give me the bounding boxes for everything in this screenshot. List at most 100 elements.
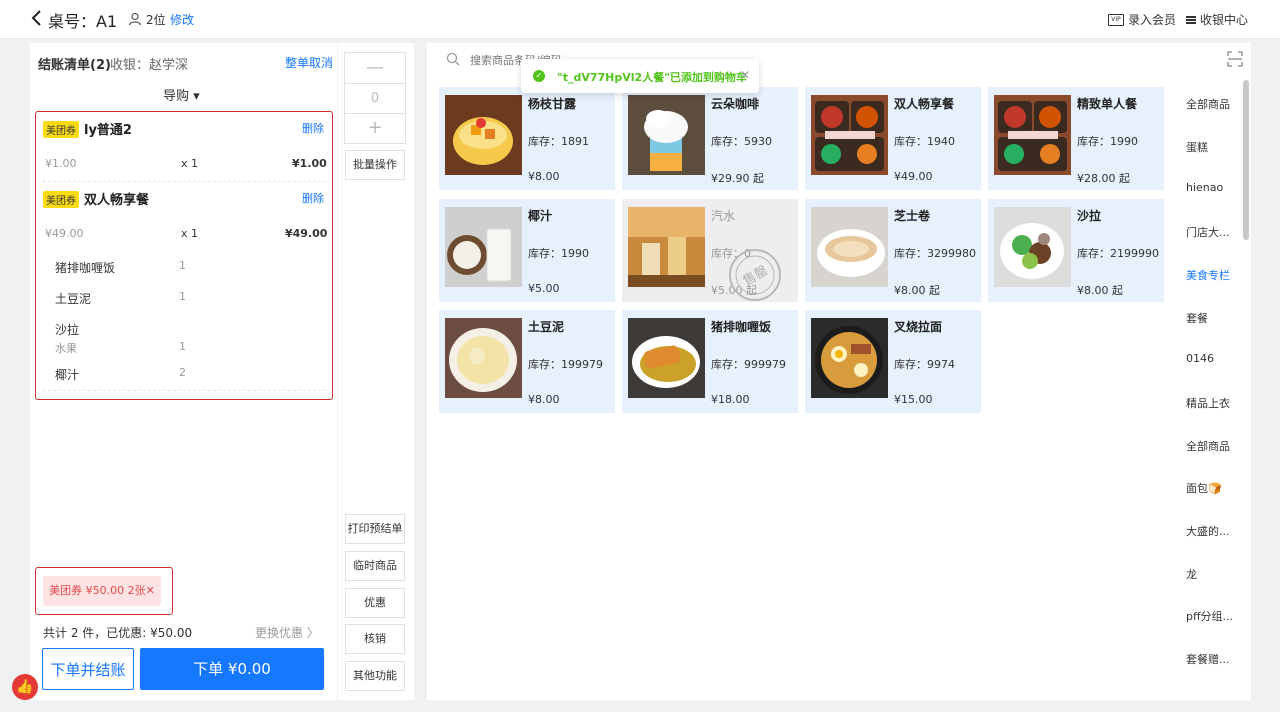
product-name: 芝士卷 (894, 209, 931, 223)
product-stock: 库存：1940 (894, 135, 955, 148)
delete-item-button[interactable]: 删除 (302, 190, 324, 206)
product-stock: 库存：1990 (1077, 135, 1138, 148)
product-name: 猪排咖喱饭 (711, 320, 772, 334)
product-image (445, 318, 522, 398)
product-stock: 库存：1891 (528, 135, 589, 148)
sub-item-name: 沙拉 (55, 323, 80, 337)
product-card[interactable]: 沙拉 库存：2199990 ¥8.00 起 (988, 199, 1164, 302)
bill-title: 结账清单(2) (38, 58, 111, 73)
place-order-button[interactable]: 下单 ¥0.00 (140, 648, 324, 690)
sold-out-stamp: 售罄 (727, 247, 783, 303)
product-card[interactable]: 椰汁 库存：1990 ¥5.00 (439, 199, 615, 302)
category-scrollbar[interactable] (1243, 80, 1249, 240)
order-items-highlight (35, 111, 333, 400)
product-price: ¥8.00 (528, 170, 560, 183)
other-functions-button[interactable]: 其他功能 (345, 661, 405, 691)
plus-button[interactable]: + (345, 113, 405, 143)
product-name: 杨枝甘露 (528, 97, 577, 111)
product-stock: 库存：9974 (894, 358, 955, 371)
product-image (811, 207, 888, 287)
product-price: ¥29.90 起 (711, 172, 764, 185)
change-discount-link[interactable]: 更换优惠 〉 (255, 624, 319, 641)
order-summary: 共计 2 件，已优惠: ¥50.00 (43, 626, 193, 640)
sub-item-qty: 1 (179, 290, 186, 303)
product-card[interactable]: 汽水 库存：0 ¥5.00 起售罄 (622, 199, 798, 302)
product-price: ¥8.00 起 (894, 284, 940, 297)
product-stock: 库存：5930 (711, 135, 772, 148)
product-image (628, 207, 705, 287)
item-total: ¥49.00 (285, 227, 328, 240)
category-item[interactable]: 套餐 (1186, 310, 1208, 326)
product-name: 沙拉 (1077, 209, 1102, 223)
divider (43, 181, 326, 182)
category-item[interactable]: 套餐赠... (1186, 651, 1230, 667)
category-item[interactable]: 大盛的... (1186, 523, 1230, 539)
sub-item-note: 水果 (55, 342, 77, 355)
menu-icon (1186, 15, 1196, 24)
product-stock: 库存：2199990 (1077, 247, 1159, 260)
product-name: 云朵咖啡 (711, 97, 760, 111)
category-item[interactable]: pff分组... (1186, 608, 1233, 624)
person-icon (128, 11, 142, 26)
modify-people-link[interactable]: 修改 (170, 11, 194, 28)
print-pre-bill-button[interactable]: 打印预结单 (345, 514, 405, 544)
sold-out-text: 售罄 (740, 262, 771, 289)
order-item-name: 双人畅享餐 (84, 193, 150, 208)
product-card[interactable]: 猪排咖喱饭库存：999979 ¥18.00 (622, 310, 798, 413)
search-icon (446, 51, 460, 66)
sub-item-name: 猪排咖喱饭 (55, 261, 116, 275)
coupon-tag[interactable]: 美团券 ¥50.00 2张✕ (43, 576, 161, 606)
product-price: ¥28.00 起 (1077, 172, 1130, 185)
discount-button[interactable]: 优惠 (345, 588, 405, 618)
toast-message: "t_dV77HpVl2人餐"已添加到购物车 (557, 71, 747, 84)
cancel-all-button[interactable]: 整单取消 (285, 54, 333, 71)
item-qty: x 1 (181, 157, 199, 170)
product-card[interactable]: 双人畅享餐 库存：1940 ¥49.00 (805, 87, 981, 190)
enter-member-button[interactable]: VIP 录入会员 (1108, 11, 1176, 28)
category-item[interactable]: 全部商品 (1186, 96, 1230, 112)
sub-item-qty: 1 (179, 340, 186, 353)
scan-icon[interactable] (1227, 51, 1243, 67)
divider (43, 390, 326, 391)
batch-operation-button[interactable]: 批量操作 (345, 150, 405, 180)
category-item[interactable]: 全部商品 (1186, 438, 1230, 454)
product-card[interactable]: 叉烧拉面 库存：9974 ¥15.00 (805, 310, 981, 413)
unit-price: ¥49.00 (45, 227, 84, 240)
delete-item-button[interactable]: 删除 (302, 120, 324, 136)
product-stock: 库存：999979 (711, 358, 786, 371)
order-and-pay-button[interactable]: 下单并结账 (42, 648, 134, 690)
product-card[interactable]: 土豆泥 库存：199979 ¥8.00 (439, 310, 615, 413)
back-arrow-icon[interactable] (30, 9, 44, 27)
category-item[interactable]: 美食专栏 (1186, 267, 1230, 283)
guide-dropdown[interactable]: 导购 ▾ (163, 85, 200, 104)
product-name: 椰汁 (528, 209, 553, 223)
product-stock: 库存：199979 (528, 358, 603, 371)
product-name: 土豆泥 (528, 320, 565, 334)
vip-icon: VIP (1108, 13, 1124, 26)
minus-button[interactable]: — (345, 53, 405, 82)
category-item[interactable]: 龙 (1186, 566, 1197, 582)
cashier-center-button[interactable]: 收银中心 (1186, 11, 1248, 28)
category-item[interactable]: 门店大... (1186, 224, 1230, 240)
category-item[interactable]: 面包🍞 (1186, 480, 1222, 496)
category-item[interactable]: 0146 (1186, 352, 1214, 365)
product-name: 汽水 (711, 209, 736, 223)
temp-goods-button[interactable]: 临时商品 (345, 551, 405, 581)
product-image (628, 95, 705, 175)
category-item[interactable]: 精品上衣 (1186, 395, 1230, 411)
product-image (994, 95, 1071, 175)
cashier-name: 收银：赵学深 (110, 58, 189, 73)
close-icon[interactable]: ✕ (740, 68, 750, 82)
category-item[interactable]: 蛋糕 (1186, 139, 1208, 155)
product-card[interactable]: 精致单人餐 库存：1990 ¥28.00 起 (988, 87, 1164, 190)
product-card[interactable]: 杨枝甘露库存：1891 ¥8.00 (439, 87, 615, 190)
product-price: ¥18.00 (711, 393, 750, 406)
product-card[interactable]: 芝士卷库存：3299980 ¥8.00 起 (805, 199, 981, 302)
thumbs-up-icon[interactable]: 👍 (12, 674, 38, 700)
product-stock: 库存：3299980 (894, 247, 976, 260)
sub-item-qty: 2 (179, 366, 186, 379)
category-item[interactable]: hienao (1186, 181, 1223, 194)
product-card[interactable]: 云朵咖啡库存：5930 ¥29.90 起 (622, 87, 798, 190)
verify-button[interactable]: 核销 (345, 624, 405, 654)
meituan-badge: 美团券 (43, 189, 79, 208)
